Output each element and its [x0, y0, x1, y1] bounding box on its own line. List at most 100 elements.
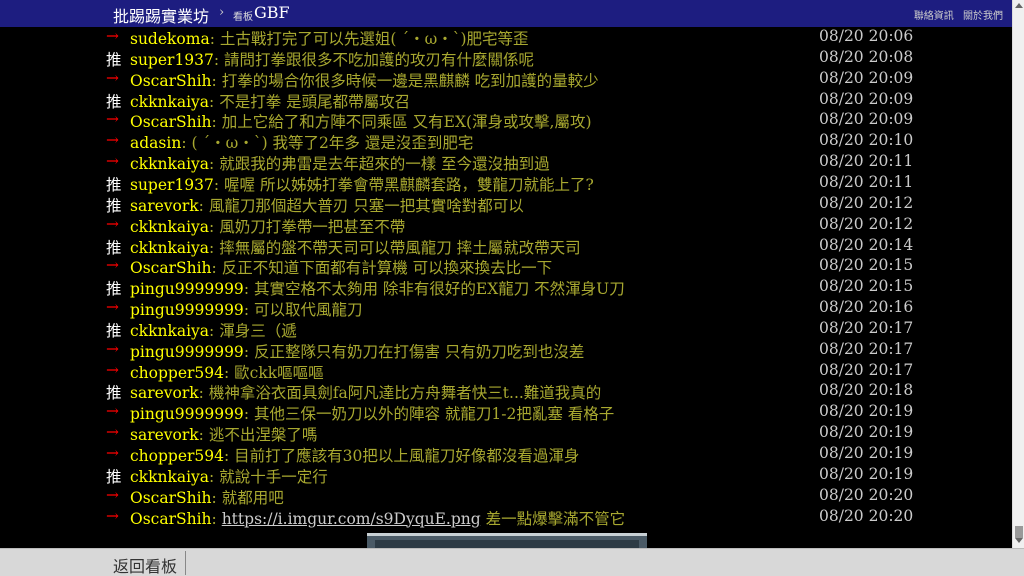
comment-text: : 渾身三（遞: [209, 321, 297, 340]
push-tag: 推: [106, 238, 122, 257]
arrow-tag: →: [106, 110, 119, 129]
comment-text: :: [211, 509, 222, 528]
site-title-link[interactable]: 批踢踢實業坊: [113, 3, 209, 27]
scroll-up-icon[interactable]: [1015, 3, 1023, 8]
comment-row: → pingu9999999: 其他三保一奶刀以外的陣容 就龍刀1-2把亂塞 看格…: [0, 402, 1012, 423]
comment-time: 08/20 20:12: [819, 214, 914, 233]
comment-text: : 就跟我的弗雷是去年超來的一樣 至今還沒抽到過: [209, 155, 550, 174]
comment-time: 08/20 20:11: [819, 172, 914, 191]
arrow-tag: →: [106, 152, 119, 171]
comment-time: 08/20 20:09: [819, 68, 914, 87]
comment-link[interactable]: https://i.imgur.com/s9DyquE.png: [222, 510, 481, 528]
comment-user: OscarShih: 就都用吧: [130, 486, 284, 508]
comment-time: 08/20 20:15: [819, 277, 914, 296]
arrow-tag: →: [106, 423, 119, 442]
comment-row: → OscarShih: https://i.imgur.com/s9DyquE.…: [0, 507, 1012, 528]
comment-time: 08/20 20:09: [819, 89, 914, 108]
push-tag: 推: [106, 321, 122, 340]
comment-row: → chopper594: 歐ckk嘔嘔嘔 08/20 20:17: [0, 361, 1012, 382]
push-tag: 推: [106, 384, 122, 403]
comment-user: OscarShih: https://i.imgur.com/s9DyquE.p…: [130, 507, 625, 529]
scroll-down-icon[interactable]: [1015, 538, 1023, 543]
comment-user: sarevork: 機神拿浴衣面具劍fa阿凡達比方舟舞者快三t...難道我真的: [130, 381, 601, 403]
comment-row: 推 pingu9999999: 其實空格不太夠用 除非有很好的EX龍刀 不然渾身U…: [0, 277, 1012, 298]
comment-text: : 其實空格不太夠用 除非有很好的EX龍刀 不然渾身U刀: [243, 280, 625, 299]
top-bar: 批踢踢實業坊 › 看板 GBF 聯絡資訊 關於我們: [0, 0, 1012, 27]
push-tag: 推: [106, 175, 122, 194]
top-links: 聯絡資訊 關於我們: [908, 7, 1003, 22]
arrow-tag: →: [106, 339, 119, 358]
board-prefix-label: 看板: [233, 12, 253, 23]
comment-user: ckknkaiya: 不是打拳 是頭尾都帶屬攻召: [130, 90, 410, 112]
arrow-tag: →: [106, 360, 119, 379]
arrow-tag: →: [106, 402, 119, 421]
comment-row: → OscarShih: 就都用吧 08/20 20:20: [0, 486, 1012, 507]
comment-text: : 機神拿浴衣面具劍fa阿凡達比方舟舞者快三t...難道我真的: [198, 384, 602, 403]
push-tag: 推: [106, 196, 122, 215]
comment-username: OscarShih: [130, 488, 212, 507]
comment-user: OscarShih: 反正不知道下面都有計算機 可以換來換去比一下: [130, 256, 552, 278]
comment-row: → pingu9999999: 可以取代風龍刀 08/20 20:16: [0, 298, 1012, 319]
comment-row: → chopper594: 目前打了應該有30把以上風龍刀好像都沒看過渾身 08/2…: [0, 444, 1012, 465]
back-to-board-button[interactable]: 返回看板: [113, 553, 177, 576]
comment-username: ckknkaiya: [130, 92, 210, 111]
breadcrumb-separator: ›: [219, 5, 225, 20]
contact-link[interactable]: 聯絡資訊: [914, 11, 954, 22]
comment-time: 08/20 20:19: [819, 464, 914, 483]
comment-row: 推 ckknkaiya: 不是打拳 是頭尾都帶屬攻召 08/20 20:09: [0, 90, 1012, 111]
comment-user: ckknkaiya: 就跟我的弗雷是去年超來的一樣 至今還沒抽到過: [130, 152, 550, 174]
push-tag: 推: [106, 92, 122, 111]
comment-text: : 就都用吧: [211, 488, 284, 507]
comment-username: ckknkaiya: [130, 238, 210, 257]
comment-username: super1937: [130, 50, 214, 69]
comment-text: : 其他三保一奶刀以外的陣容 就龍刀1-2把亂塞 看格子: [243, 405, 615, 424]
comment-text: : 就說十手一定行: [209, 467, 328, 486]
scroll-thumb[interactable]: [1015, 526, 1023, 538]
comment-time: 08/20 20:06: [819, 27, 914, 45]
comment-username: chopper594: [130, 447, 225, 465]
comment-time: 08/20 20:20: [819, 485, 914, 504]
comment-time: 08/20 20:17: [819, 339, 914, 358]
comment-row: 推 sarevork: 機神拿浴衣面具劍fa阿凡達比方舟舞者快三t...難道我真的…: [0, 381, 1012, 402]
comment-text: : 加上它給了和方陣不同乘區 又有EX(渾身或攻擊,屬攻): [211, 113, 592, 132]
comment-text: : 可以取代風龍刀: [243, 301, 363, 320]
comment-username: chopper594: [130, 363, 225, 382]
comment-text: : 土古戰打完了可以先選姐( ´・ω・`)肥宅等歪: [209, 30, 529, 48]
comment-row: 推 ckknkaiya: 渾身三（遞 08/20 20:17: [0, 319, 1012, 340]
comment-text: : 歐ckk嘔嘔嘔: [224, 363, 324, 382]
comment-row: → pingu9999999: 反正整隊只有奶刀在打傷害 只有奶刀吃到也沒差 08/…: [0, 340, 1012, 361]
push-tag: 推: [106, 467, 122, 486]
comment-user: ckknkaiya: 摔無屬的盤不帶天司可以帶風龍刀 摔土屬就改帶天司: [130, 236, 581, 258]
comment-text: : 打拳的場合你很多時候一邊是黑麒麟 吃到加護的量較少: [211, 71, 599, 90]
comment-user: ckknkaiya: 渾身三（遞: [130, 319, 297, 341]
about-link[interactable]: 關於我們: [963, 11, 1003, 22]
comment-username: sarevork: [130, 384, 199, 403]
comment-user: OscarShih: 打拳的場合你很多時候一邊是黑麒麟 吃到加護的量較少: [130, 69, 599, 91]
vertical-scrollbar[interactable]: [1012, 0, 1024, 548]
comment-user: ckknkaiya: 風奶刀打拳帶一把甚至不帶: [130, 215, 405, 237]
comment-username: OscarShih: [130, 509, 212, 528]
comment-row: 推 ckknkaiya: 就說十手一定行 08/20 20:19: [0, 465, 1012, 486]
board-name-link[interactable]: GBF: [254, 3, 290, 22]
comment-time: 08/20 20:19: [819, 423, 914, 442]
comment-text: : 摔無屬的盤不帶天司可以帶風龍刀 摔土屬就改帶天司: [209, 238, 581, 257]
comment-row: → sarevork: 逃不出涅槃了嗎 08/20 20:19: [0, 423, 1012, 444]
comment-user: OscarShih: 加上它給了和方陣不同乘區 又有EX(渾身或攻擊,屬攻): [130, 110, 592, 132]
comment-username: ckknkaiya: [130, 321, 210, 340]
arrow-tag: →: [106, 485, 119, 504]
comment-username: sarevork: [130, 426, 199, 445]
comment-time: 08/20 20:12: [819, 193, 914, 212]
comment-username: adasin: [130, 134, 182, 153]
comment-row: → OscarShih: 打拳的場合你很多時候一邊是黑麒麟 吃到加護的量較少 08/…: [0, 69, 1012, 90]
comment-user: pingu9999999: 其實空格不太夠用 除非有很好的EX龍刀 不然渾身U刀: [130, 277, 625, 299]
comment-user: sarevork: 逃不出涅槃了嗎: [130, 423, 317, 445]
comment-row: → adasin: ( ´・ω・`) 我等了2年多 還是沒歪到肥宅 08/20 20…: [0, 131, 1012, 152]
comment-row: 推 ckknkaiya: 摔無屬的盤不帶天司可以帶風龍刀 摔土屬就改帶天司 08/2…: [0, 236, 1012, 257]
comment-text: : 目前打了應該有30把以上風龍刀好像都沒看過渾身: [224, 447, 580, 465]
comment-username: ckknkaiya: [130, 217, 210, 236]
comment-username: OscarShih: [130, 259, 212, 278]
comment-username: pingu9999999: [130, 301, 244, 320]
comment-user: pingu9999999: 可以取代風龍刀: [130, 298, 362, 320]
comment-user: sudekoma: 土古戰打完了可以先選姐( ´・ω・`)肥宅等歪: [130, 27, 529, 49]
comment-user: pingu9999999: 其他三保一奶刀以外的陣容 就龍刀1-2把亂塞 看格子: [130, 402, 614, 424]
